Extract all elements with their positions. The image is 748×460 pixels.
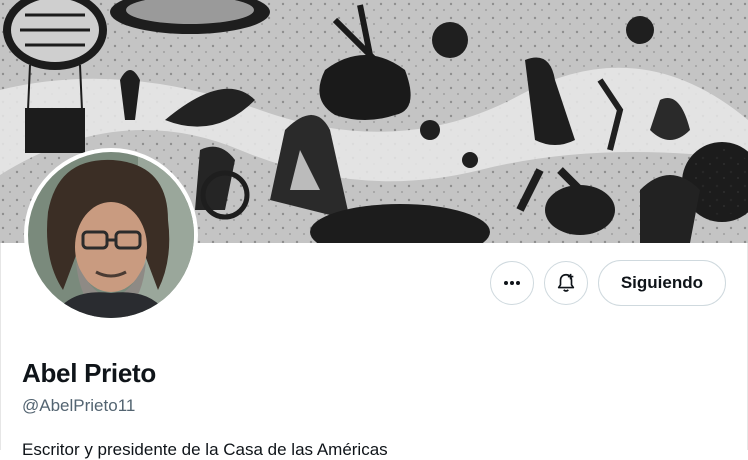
username-handle: @AbelPrieto11 bbox=[22, 396, 136, 415]
profile-actions: Siguiendo bbox=[489, 259, 726, 307]
notifications-button[interactable] bbox=[543, 261, 588, 305]
display-name: Abel Prieto bbox=[22, 358, 156, 388]
bell-plus-icon bbox=[557, 273, 574, 292]
avatar[interactable] bbox=[24, 148, 198, 322]
profile-bio: Escritor y presidente de la Casa de las … bbox=[22, 440, 388, 459]
profile-photo-icon bbox=[28, 152, 194, 318]
more-horizontal-icon bbox=[503, 281, 520, 285]
following-button[interactable]: Siguiendo bbox=[597, 260, 726, 306]
more-options-button[interactable] bbox=[489, 261, 534, 305]
